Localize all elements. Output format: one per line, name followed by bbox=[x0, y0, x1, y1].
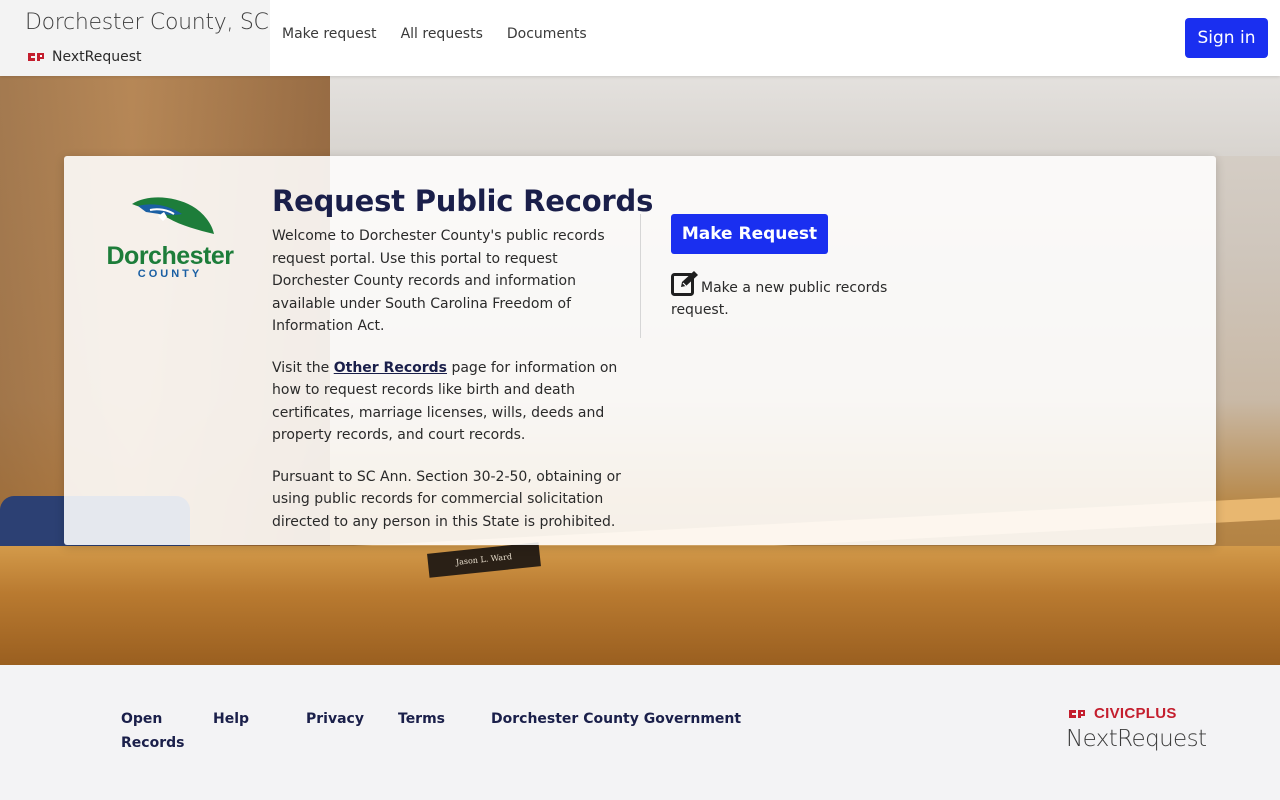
hero-ceiling bbox=[330, 76, 1280, 156]
other-records-link[interactable]: Other Records bbox=[334, 360, 447, 376]
footer-brand[interactable]: CIVICPLUS NextRequest bbox=[1066, 705, 1207, 752]
civicplus-brand: CIVICPLUS bbox=[1066, 705, 1206, 722]
make-request-description: Make a new public records request. bbox=[671, 270, 891, 321]
other-records-paragraph: Visit the Other Records page for informa… bbox=[272, 357, 624, 447]
solicitation-notice: Pursuant to SC Ann. Section 30-2-50, obt… bbox=[272, 468, 621, 530]
request-card: Dorchester COUNTY Request Public Records… bbox=[64, 156, 1216, 545]
nav-make-request[interactable]: Make request bbox=[282, 26, 377, 42]
main-nav: Make request All requests Documents bbox=[282, 26, 587, 42]
make-request-button[interactable]: Make Request bbox=[671, 214, 828, 254]
other-records-prefix: Visit the bbox=[272, 359, 334, 376]
brand-box[interactable]: Dorchester County, SC NextRequest bbox=[0, 0, 270, 76]
intro-paragraph: Welcome to Dorchester County's public re… bbox=[272, 228, 605, 334]
civicplus-logo-icon bbox=[28, 53, 44, 61]
edit-icon bbox=[671, 271, 698, 296]
logo-county: COUNTY bbox=[137, 268, 203, 280]
brand-sub-label: NextRequest bbox=[52, 49, 142, 65]
site-footer: Open Records Help Privacy Terms Dorchest… bbox=[0, 665, 1280, 800]
logo-name: Dorchester bbox=[106, 242, 235, 270]
nextrequest-brand: NextRequest bbox=[26, 49, 141, 65]
footer-link-county-government[interactable]: Dorchester County Government bbox=[491, 707, 741, 731]
make-request-section: Make Request Make a new public records r… bbox=[671, 214, 891, 321]
footer-link-terms[interactable]: Terms bbox=[398, 707, 445, 731]
civicplus-label: CIVICPLUS bbox=[1094, 705, 1177, 722]
nav-all-requests[interactable]: All requests bbox=[401, 26, 483, 42]
hero-desk bbox=[0, 546, 1280, 665]
page-title: Request Public Records bbox=[272, 184, 654, 218]
nextrequest-label: NextRequest bbox=[1066, 726, 1207, 752]
footer-link-privacy[interactable]: Privacy bbox=[306, 707, 364, 731]
footer-link-help[interactable]: Help bbox=[213, 707, 249, 731]
site-header: Dorchester County, SC NextRequest Make r… bbox=[0, 0, 1280, 76]
make-request-text: Make a new public records request. bbox=[671, 280, 888, 318]
footer-link-open-records[interactable]: Open Records bbox=[121, 707, 185, 755]
card-content: Request Public Records Welcome to Dorche… bbox=[272, 184, 654, 552]
civicplus-footer-icon bbox=[1069, 709, 1085, 718]
dorchester-county-logo: Dorchester COUNTY bbox=[104, 196, 236, 282]
leaf-emblem-icon bbox=[132, 197, 214, 234]
card-divider bbox=[640, 214, 641, 338]
nav-documents[interactable]: Documents bbox=[507, 26, 587, 42]
sign-in-button[interactable]: Sign in bbox=[1185, 18, 1268, 58]
site-title[interactable]: Dorchester County, SC bbox=[25, 10, 269, 35]
